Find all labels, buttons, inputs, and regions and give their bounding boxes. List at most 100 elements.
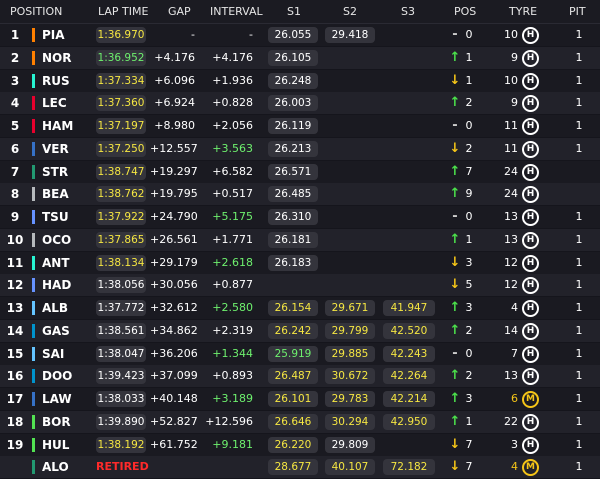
gap-value: +6.924 — [154, 96, 195, 110]
col-pit[interactable]: PIT — [569, 5, 586, 18]
lap-time: 1:38.047 — [96, 345, 146, 362]
pit-stops: 1 — [575, 369, 583, 383]
arrow-up-icon: ↑ — [449, 413, 461, 429]
tyre-laps: 7 — [511, 346, 518, 360]
lap-time: 1:39.423 — [96, 368, 146, 385]
arrow-up-icon: ↑ — [449, 391, 461, 406]
arrow-down-icon: ↓ — [449, 436, 461, 452]
pit-stops: 1 — [575, 50, 583, 64]
position-number: 11 — [6, 255, 24, 270]
col-s1[interactable]: S1 — [287, 5, 301, 18]
sector-1-time: 26.003 — [268, 95, 318, 112]
table-row[interactable]: 10 OCO 1:37.865 +26.561 +1.771 26.181 ↑ 1 13 H 1 — [0, 228, 600, 251]
table-row[interactable]: 5 HAM 1:37.197 +8.980 +2.056 26.119 -0 11 H 1 — [0, 115, 600, 137]
table-row[interactable]: 18 BOR 1:39.890 +52.827 +12.596 26.646 30.294 4… — [0, 410, 600, 433]
team-color-bar — [32, 73, 35, 88]
tyre-compound-icon: H — [522, 345, 539, 363]
table-row[interactable]: 4 LEC 1:37.360 +6.924 +0.828 26.003 ↑ 2 9 H 1 — [0, 92, 600, 115]
tyre-laps: 12 — [504, 255, 518, 269]
arrow-up-icon: ↑ — [449, 322, 461, 338]
pit-stops: 1 — [575, 323, 583, 337]
table-row[interactable]: 12 HAD 1:38.056 +30.056 +0.877 ↓ 5 12 H 1 — [0, 274, 600, 297]
tyre-compound-icon: H — [522, 231, 539, 249]
col-gap[interactable]: GAP — [168, 5, 191, 18]
tyre-compound-icon: H — [522, 72, 539, 90]
col-lap-time[interactable]: LAP TIME — [98, 5, 148, 18]
interval-value: +0.877 — [212, 278, 253, 292]
col-interval[interactable]: INTERVAL — [210, 5, 263, 18]
driver-code: DOO — [42, 369, 73, 384]
table-row[interactable]: 16 DOO 1:39.423 +37.099 +0.893 26.487 30.672 42… — [0, 365, 600, 388]
gap-value: +37.099 — [150, 369, 198, 383]
table-row[interactable]: 1 PIA 1:36.970- -26.055 29.418-0 10 H 1 — [0, 24, 600, 46]
arrow-up-icon: ↑ — [449, 95, 461, 111]
team-color-bar — [32, 187, 35, 202]
sector-1-time: 26.101 — [268, 391, 318, 407]
table-row[interactable]: 17 LAW 1:38.033 +40.148 +3.189 26.101 29.783 42… — [0, 388, 600, 410]
table-row[interactable]: 13 ALB 1:37.772 +32.612 +2.580 26.154 29.671 41… — [0, 297, 600, 319]
lap-time: 1:38.762 — [96, 186, 146, 203]
tyre-compound-icon: H — [522, 118, 539, 135]
table-row[interactable]: ALO RETIRED 28.677 40.107 72.182 ↓ 7 4 M 1 — [0, 456, 600, 479]
sector-3-time: 42.950 — [383, 413, 435, 430]
sector-1-time: 26.181 — [268, 231, 318, 248]
lap-time: 1:38.134 — [96, 254, 146, 271]
lap-time: 1:37.197 — [96, 118, 146, 134]
sector-3-time: 42.264 — [383, 368, 435, 385]
sector-3-time: 42.243 — [383, 345, 435, 362]
gap-value: +34.862 — [150, 323, 198, 337]
position-change: 3 — [465, 301, 473, 314]
position-number: 6 — [10, 141, 20, 156]
driver-code: VER — [42, 141, 69, 156]
table-row[interactable]: 6 VER 1:37.250 +12.557 +3.563 26.213 ↓ 2 11 H 1 — [0, 137, 600, 160]
lap-time: 1:38.561 — [96, 322, 146, 339]
position-change: 5 — [465, 278, 473, 292]
tyre-compound-icon: H — [522, 436, 539, 454]
gap-value: +19.297 — [150, 164, 198, 178]
sector-1-time: 26.055 — [268, 27, 318, 43]
col-position[interactable]: POSITION — [10, 5, 62, 18]
driver-code: ALB — [42, 301, 69, 315]
table-row[interactable]: 15 SAI 1:38.047 +36.206 +1.344 25.919 29.885 42… — [0, 342, 600, 365]
team-color-bar — [32, 96, 35, 111]
driver-code: ALO — [42, 460, 69, 475]
position-number: 18 — [6, 414, 24, 429]
driver-code: BOR — [42, 414, 71, 429]
gap-value: +12.557 — [150, 141, 198, 155]
col-s2[interactable]: S2 — [343, 5, 357, 18]
col-pos[interactable]: POS — [454, 5, 476, 18]
gap-value: +52.827 — [150, 414, 198, 428]
position-number: 5 — [10, 119, 20, 133]
team-color-bar — [32, 141, 35, 156]
pit-stops: 1 — [575, 460, 583, 474]
col-tyre[interactable]: TYRE — [509, 5, 537, 18]
table-row[interactable]: 8 BEA 1:38.762 +19.795 +0.517 26.485 ↑ 9 24 H — [0, 183, 600, 206]
sector-2-time: 29.783 — [325, 391, 375, 407]
tyre-laps: 6 — [511, 392, 518, 405]
tyre-compound-icon: H — [522, 322, 539, 340]
driver-code: ANT — [42, 255, 70, 270]
sector-1-time: 26.310 — [268, 209, 318, 225]
position-change: 3 — [465, 255, 473, 269]
col-s3[interactable]: S3 — [401, 5, 415, 18]
driver-code: PIA — [42, 28, 65, 42]
tyre-laps: 13 — [504, 232, 518, 246]
table-row[interactable]: 7 STR 1:38.747 +19.297 +6.582 26.571 ↑ 7 24 H — [0, 160, 600, 183]
table-row[interactable]: 3 RUS 1:37.334 +6.096 +1.936 26.248 ↓ 1 10 H 1 — [0, 69, 600, 92]
sector-3-time: 41.947 — [383, 300, 435, 316]
table-row[interactable]: 14 GAS 1:38.561 +34.862 +2.319 26.242 29.799 42… — [0, 319, 600, 342]
table-row[interactable]: 2 NOR 1:36.952 +4.176 +4.176 26.105 ↑ 1 9 H 1 — [0, 46, 600, 69]
position-change: 1 — [465, 232, 473, 246]
team-color-bar — [32, 210, 35, 224]
tyre-laps: 13 — [504, 210, 518, 223]
tyre-laps: 11 — [504, 141, 518, 155]
interval-value: +6.582 — [212, 164, 253, 178]
driver-code: LAW — [42, 392, 72, 406]
table-row[interactable]: 11 ANT 1:38.134 +29.179 +2.618 26.183 ↓ 3 12 H 1 — [0, 251, 600, 274]
position-number: 15 — [6, 346, 24, 361]
position-number: 12 — [6, 278, 24, 293]
pit-stops: 1 — [575, 28, 583, 41]
table-row[interactable]: 19 HUL 1:38.192 +61.752 +9.181 26.220 29.809 ↓ 7… — [0, 433, 600, 456]
timing-table: POSITION LAP TIME GAP INTERVAL S1 S2 S3 … — [0, 0, 600, 479]
table-row[interactable]: 9 TSU 1:37.922 +24.790 +5.175 26.310 -0 13 H 1 — [0, 206, 600, 228]
